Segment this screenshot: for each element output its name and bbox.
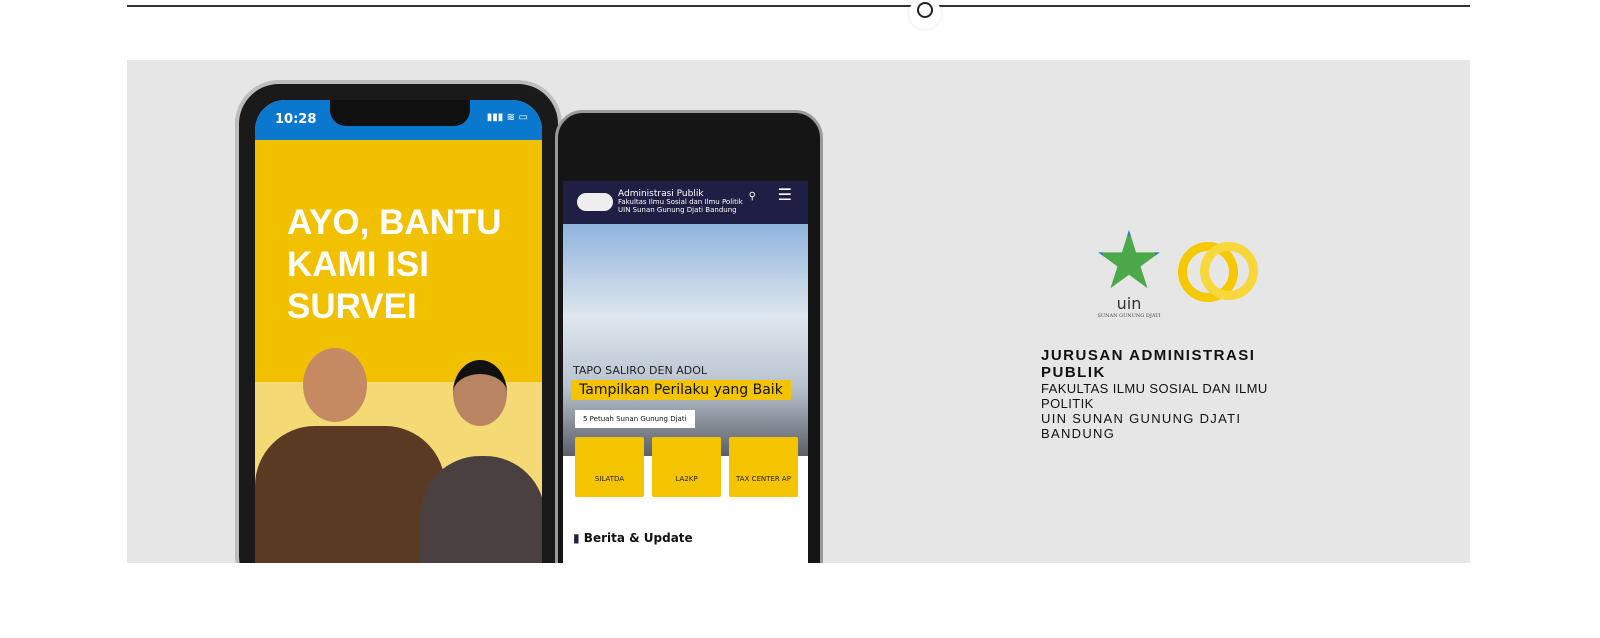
uin-logo-text: uin [1116, 294, 1142, 313]
news-heading-label: Berita & Update [583, 531, 693, 545]
university-name: UIN SUNAN GUNUNG DJATI BANDUNG [1041, 411, 1242, 441]
institution-branding: uin SUNAN GUNUNG DJATI JURUSAN ADMINISTR… [1041, 230, 1311, 441]
tile-silatda: SILATDA [575, 437, 644, 497]
bookmark-icon: ▮ [573, 531, 580, 545]
administrasi-publik-logo [1178, 230, 1258, 325]
person-head [453, 360, 507, 426]
phone-website-mockup: Administrasi Publik Fakultas Ilmu Sosial… [555, 110, 823, 563]
faculty-name: FAKULTAS ILMU SOSIAL DAN ILMU POLITIK [1041, 381, 1268, 411]
uin-logo-subtext: SUNAN GUNUNG DJATI [1097, 313, 1161, 319]
divider-circle-icon [909, 0, 941, 29]
hero-image: TAPO SALIRO DEN ADOL Tampilkan Perilaku … [563, 224, 808, 456]
phone-survey-mockup: 10:28 ▮▮▮ ≋ ▭ AYO, BANTU KAMI ISI SURVEI [235, 80, 562, 563]
hero-kicker: TAPO SALIRO DEN ADOL [573, 364, 707, 377]
person-photo-left [255, 426, 445, 563]
tile-la2kp: LA2KP [652, 437, 721, 497]
department-name: JURUSAN ADMINISTRASI PUBLIK [1041, 347, 1256, 381]
status-bar: 10:28 ▮▮▮ ≋ ▭ [255, 100, 542, 140]
promo-banner: 10:28 ▮▮▮ ≋ ▭ AYO, BANTU KAMI ISI SURVEI… [127, 60, 1470, 563]
person-head [303, 348, 367, 422]
signal-wifi-battery-icon: ▮▮▮ ≋ ▭ [486, 112, 528, 123]
tile-tax-center: TAX CENTER AP [729, 437, 798, 497]
site-logo [577, 193, 613, 211]
section-divider [127, 0, 1470, 29]
news-section-heading: ▮ Berita & Update [573, 531, 693, 545]
uin-logo: uin SUNAN GUNUNG DJATI [1094, 230, 1164, 325]
status-time: 10:28 [275, 112, 317, 127]
hero-subtitle: 5 Petuah Sunan Gunung Djati [575, 410, 695, 428]
site-subtitle: Fakultas Ilmu Sosial dan Ilmu Politik [618, 198, 743, 206]
site-subtitle: UIN Sunan Gunung Djati Bandung [618, 206, 737, 214]
site-navbar: Administrasi Publik Fakultas Ilmu Sosial… [563, 181, 808, 224]
hero-headline: Tampilkan Perilaku yang Baik [571, 380, 791, 400]
hamburger-menu-icon: ☰ [777, 185, 792, 204]
survey-headline: AYO, BANTU KAMI ISI SURVEI [255, 140, 542, 382]
search-icon: ⚲ [748, 191, 756, 202]
person-photo-right [420, 456, 542, 563]
